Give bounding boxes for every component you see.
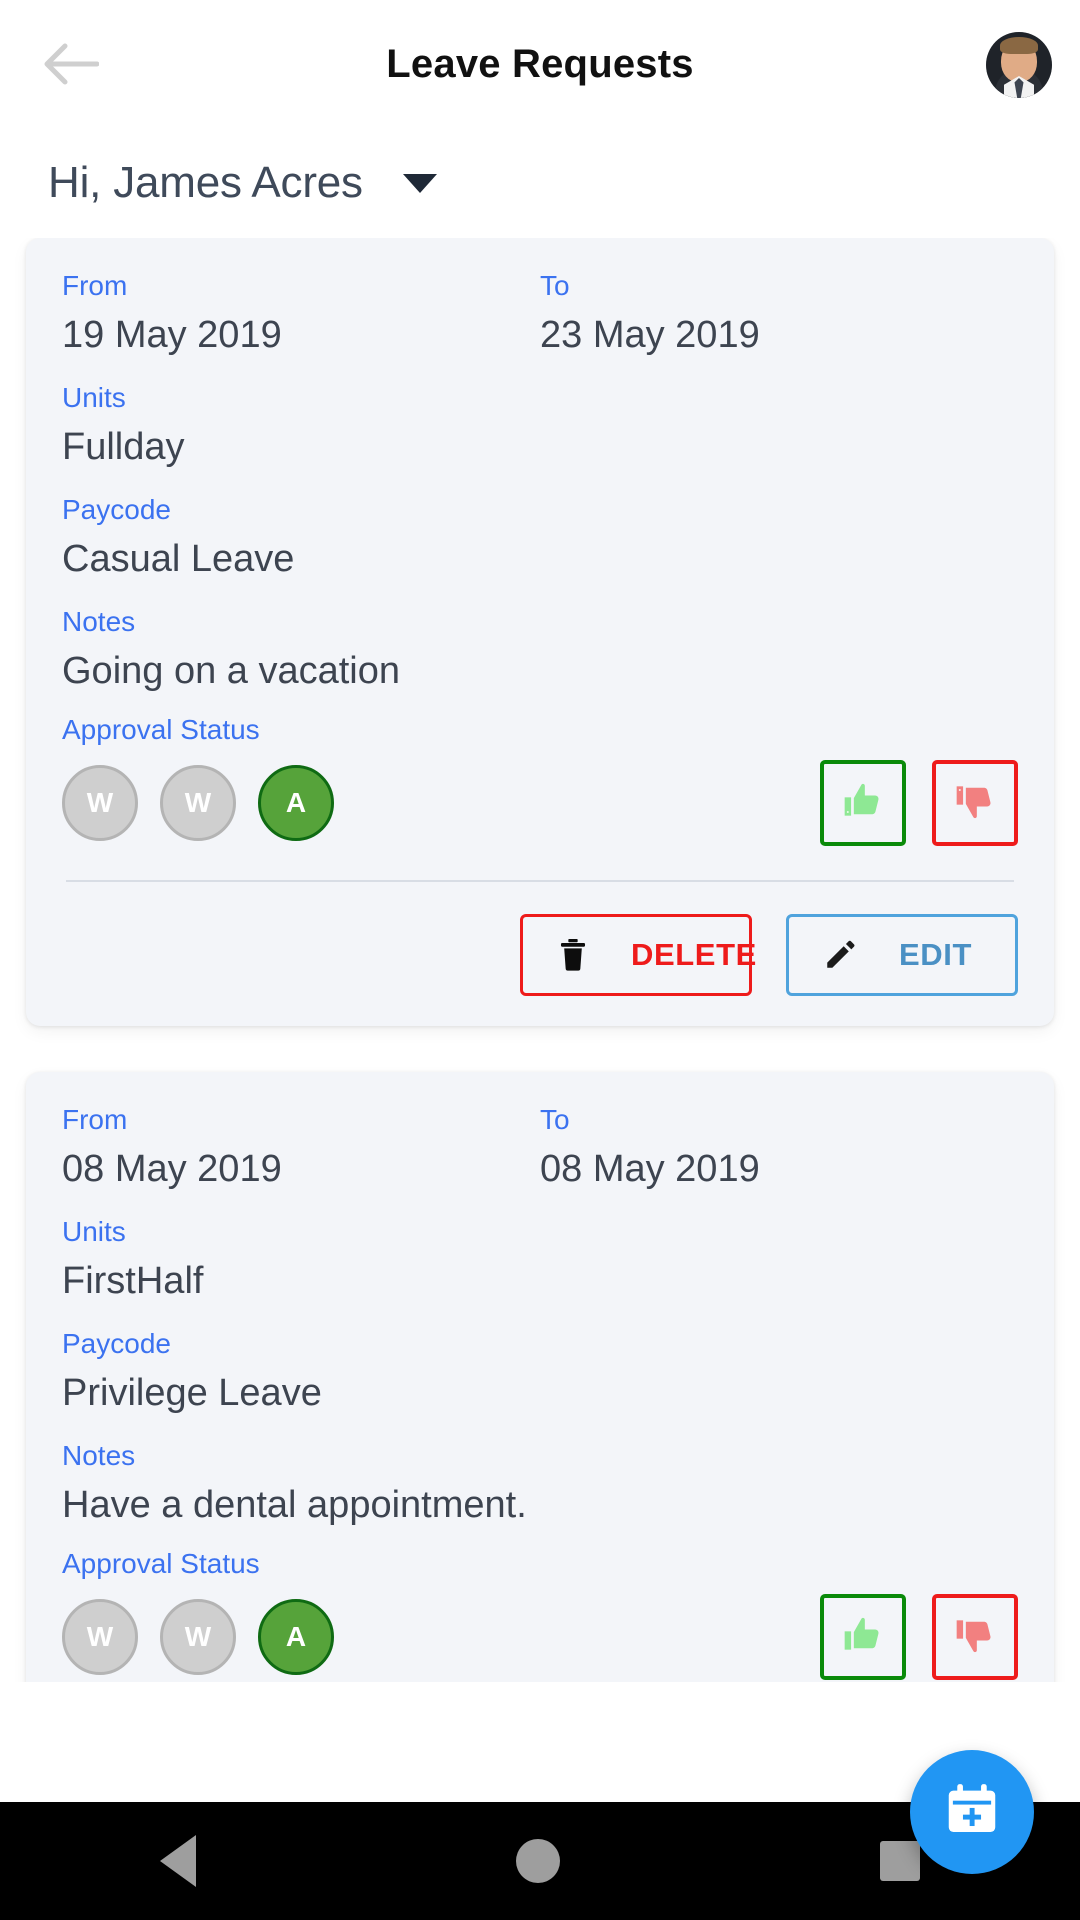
vote-buttons (820, 760, 1018, 846)
thumbs-up-icon (841, 779, 885, 828)
dates-row: From 08 May 2019 To 08 May 2019 (62, 1106, 1018, 1218)
thumbs-up-icon (841, 1613, 885, 1662)
add-leave-request-fab[interactable] (910, 1750, 1034, 1874)
vote-buttons (820, 1594, 1018, 1680)
paycode-label: Paycode (62, 494, 171, 525)
paycode-value: Privilege Leave (62, 1372, 322, 1414)
pencil-icon (823, 938, 857, 972)
approval-status-label: Approval Status (62, 714, 260, 745)
calendar-plus-icon (941, 1779, 1003, 1846)
to-label: To (540, 1104, 570, 1135)
page-title: Leave Requests (386, 41, 694, 86)
units-label: Units (62, 1216, 126, 1247)
edit-button[interactable]: EDIT (786, 914, 1018, 996)
nav-home-icon[interactable] (516, 1839, 560, 1883)
status-badge: A (258, 765, 334, 841)
notes-value: Have a dental appointment. (62, 1484, 527, 1526)
status-badge: A (258, 1599, 334, 1675)
approval-row: W W A (62, 1594, 1018, 1680)
greeting-text: Hi, James Acres (48, 158, 363, 207)
notes-label: Notes (62, 606, 136, 637)
units-label: Units (62, 382, 126, 413)
avatar[interactable] (986, 32, 1052, 98)
card-divider (66, 880, 1014, 882)
from-column: From 08 May 2019 (62, 1106, 540, 1218)
approval-status-label: Approval Status (62, 1548, 260, 1579)
to-column: To 08 May 2019 (540, 1106, 1018, 1218)
leave-request-card[interactable]: From 08 May 2019 To 08 May 2019 Units Fi… (26, 1072, 1054, 1682)
from-value: 08 May 2019 (62, 1148, 282, 1190)
notes-value: Going on a vacation (62, 650, 401, 692)
reject-button[interactable] (932, 760, 1018, 846)
requests-list[interactable]: From 19 May 2019 To 23 May 2019 Units Fu… (0, 238, 1080, 1682)
approve-button[interactable] (820, 1594, 906, 1680)
from-value: 19 May 2019 (62, 314, 282, 356)
trash-icon (557, 937, 589, 973)
notes-label: Notes (62, 1440, 136, 1471)
avatar-hair (1000, 37, 1038, 54)
card-actions: DELETE EDIT (62, 914, 1018, 996)
to-value: 08 May 2019 (540, 1148, 760, 1190)
from-label: From (62, 270, 128, 301)
chevron-down-icon[interactable] (402, 173, 437, 193)
status-badge: W (160, 765, 236, 841)
thumbs-down-icon (953, 1613, 997, 1662)
from-column: From 19 May 2019 (62, 272, 540, 384)
arrow-left-icon (41, 42, 99, 86)
app-screen: Leave Requests Hi, James Acres From 19 M… (0, 0, 1080, 1920)
edit-button-label: EDIT (899, 937, 973, 972)
approval-row: W W A (62, 760, 1018, 846)
nav-recent-icon[interactable] (880, 1841, 920, 1881)
paycode-value: Casual Leave (62, 538, 295, 580)
thumbs-down-icon (953, 779, 997, 828)
paycode-label: Paycode (62, 1328, 171, 1359)
status-badge: W (160, 1599, 236, 1675)
reject-button[interactable] (932, 1594, 1018, 1680)
units-value: Fullday (62, 426, 185, 468)
status-badge: W (62, 765, 138, 841)
to-label: To (540, 270, 570, 301)
approval-status-dots: W W A (62, 765, 356, 841)
approval-status-dots: W W A (62, 1599, 356, 1675)
app-bar: Leave Requests (0, 0, 1080, 128)
leave-request-card[interactable]: From 19 May 2019 To 23 May 2019 Units Fu… (26, 238, 1054, 1026)
approve-button[interactable] (820, 760, 906, 846)
units-value: FirstHalf (62, 1260, 204, 1302)
greeting-row[interactable]: Hi, James Acres (0, 128, 1080, 238)
nav-back-icon[interactable] (160, 1835, 196, 1887)
delete-button-label: DELETE (631, 937, 757, 972)
status-badge: W (62, 1599, 138, 1675)
dates-row: From 19 May 2019 To 23 May 2019 (62, 272, 1018, 384)
delete-button[interactable]: DELETE (520, 914, 756, 996)
to-column: To 23 May 2019 (540, 272, 1018, 384)
from-label: From (62, 1104, 128, 1135)
to-value: 23 May 2019 (540, 314, 760, 356)
back-button[interactable] (22, 16, 118, 112)
